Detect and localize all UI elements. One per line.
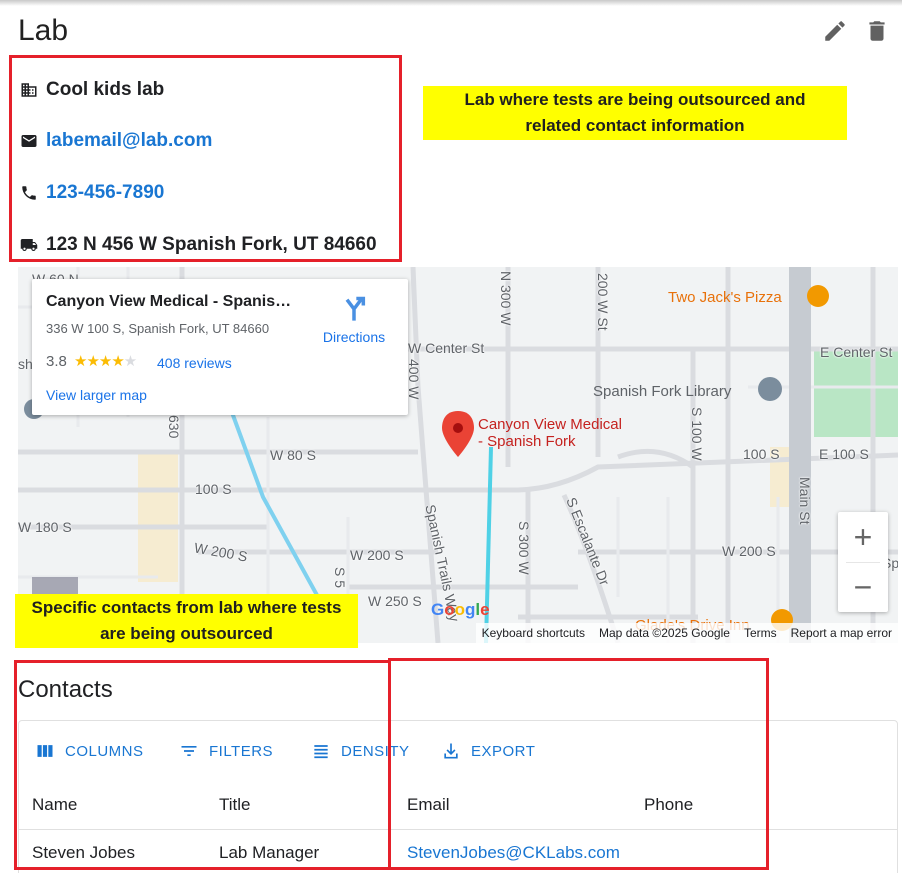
directions-button[interactable]: Directions xyxy=(314,295,394,345)
place-rating: 3.8 xyxy=(46,353,67,370)
directions-icon xyxy=(345,296,366,321)
lab-phone-row: 123-456-7890 xyxy=(20,180,164,206)
export-button[interactable]: EXPORT xyxy=(441,741,535,761)
header-divider xyxy=(19,829,897,830)
zoom-in-button[interactable]: + xyxy=(838,512,888,562)
export-label: EXPORT xyxy=(471,742,536,760)
lab-address-row: 123 N 456 W Spanish Fork, UT 84660 xyxy=(20,232,377,258)
column-header-phone[interactable]: Phone xyxy=(644,795,693,815)
lab-info-callout-line1: Lab where tests are being outsourced and xyxy=(464,90,806,109)
keyboard-shortcuts-link[interactable]: Keyboard shortcuts xyxy=(482,626,585,640)
lab-email-row: labemail@lab.com xyxy=(20,128,212,154)
email-icon xyxy=(20,132,38,150)
pin-label[interactable]: Canyon View Medical - Spanish Fork xyxy=(478,416,622,450)
delete-icon[interactable] xyxy=(864,18,890,44)
lab-email-link[interactable]: labemail@lab.com xyxy=(46,130,212,152)
street-e100s: E 100 S xyxy=(819,446,869,462)
street-s100w: S 100 W xyxy=(689,407,705,461)
column-header-name[interactable]: Name xyxy=(32,795,77,815)
street-w250s: W 250 S xyxy=(368,593,422,609)
street-n300w: N 300 W xyxy=(498,271,514,326)
page-title: Lab xyxy=(18,14,69,47)
street-w80s: W 80 S xyxy=(270,447,316,463)
contact-email-link[interactable]: StevenJobes@CKLabs.com xyxy=(407,843,620,863)
export-icon xyxy=(444,743,458,759)
truck-icon xyxy=(20,236,38,254)
directions-label: Directions xyxy=(322,329,386,345)
street-w-center: W Center St xyxy=(408,340,485,356)
google-logo: Google xyxy=(431,600,490,619)
building-icon xyxy=(20,81,38,99)
contacts-title: Contacts xyxy=(18,676,113,703)
view-larger-map-link[interactable]: View larger map xyxy=(46,387,147,403)
street-100s: 100 S xyxy=(743,446,780,462)
report-map-error-link[interactable]: Report a map error xyxy=(791,626,892,640)
stars-filled: ★★★★ xyxy=(74,353,125,370)
filter-icon xyxy=(181,746,197,756)
street-200w: 200 W St xyxy=(595,273,611,331)
place-card: Canyon View Medical - Spanis… 336 W 100 … xyxy=(32,279,408,415)
column-header-email[interactable]: Email xyxy=(407,795,450,815)
pin-label-line2: - Spanish Fork xyxy=(478,433,576,450)
edit-icon[interactable] xyxy=(822,18,848,44)
place-address: 336 W 100 S, Spanish Fork, UT 84660 xyxy=(46,321,270,336)
lab-phone-link[interactable]: 123-456-7890 xyxy=(46,182,164,204)
contacts-callout: Specific contacts from lab where tests a… xyxy=(15,594,358,648)
map-footer: Keyboard shortcuts Map data ©2025 Google… xyxy=(475,623,898,643)
zoom-out-button[interactable]: − xyxy=(838,562,888,612)
poi-two-jacks-pizza[interactable]: Two Jack's Pizza xyxy=(668,289,782,306)
contacts-callout-line2: are being outsourced xyxy=(100,624,273,643)
filters-label: FILTERS xyxy=(209,742,274,760)
columns-icon xyxy=(37,745,53,757)
map[interactable]: W 60 N N 300 W 200 W St W Center St E Ce… xyxy=(18,267,898,643)
density-label: DENSITY xyxy=(341,742,410,760)
place-reviews-link[interactable]: 408 reviews xyxy=(157,355,232,371)
contacts-callout-line1: Specific contacts from lab where tests xyxy=(31,598,342,617)
contact-name-cell: Steven Jobes xyxy=(32,843,136,862)
contact-title-cell: Lab Manager xyxy=(219,843,320,862)
lab-name-row: Cool kids lab xyxy=(20,77,164,103)
street-100s-left: 100 S xyxy=(195,481,232,497)
street-s300w: S 300 W xyxy=(516,521,532,575)
top-shadow xyxy=(0,0,902,6)
density-button[interactable]: DENSITY xyxy=(311,741,410,761)
street-w200s-b: W 200 S xyxy=(350,547,404,563)
street-e-center: E Center St xyxy=(820,344,893,360)
filters-button[interactable]: FILTERS xyxy=(179,741,273,761)
street-s5: S 5 xyxy=(332,567,348,589)
zoom-control: + − xyxy=(838,512,888,612)
star-empty: ★ xyxy=(123,353,137,370)
terms-link[interactable]: Terms xyxy=(744,626,777,640)
street-sh: sh xyxy=(18,356,33,372)
contacts-grid: COLUMNS FILTERS DENSITY EXPORT Name Titl… xyxy=(18,720,898,873)
street-630: 630 xyxy=(166,415,182,439)
map-data-attribution: Map data ©2025 Google xyxy=(599,626,730,640)
rating-stars-icon: ★★★★★ xyxy=(74,352,137,370)
lab-address: 123 N 456 W Spanish Fork, UT 84660 xyxy=(46,234,377,255)
street-w180s: W 180 S xyxy=(18,519,72,535)
lab-name: Cool kids lab xyxy=(46,79,165,100)
pin-label-line1: Canyon View Medical xyxy=(478,416,622,433)
column-header-title[interactable]: Title xyxy=(219,795,251,815)
street-400w: 400 W xyxy=(406,359,422,400)
columns-label: COLUMNS xyxy=(65,742,144,760)
place-name: Canyon View Medical - Spanis… xyxy=(46,293,292,310)
poi-spanish-fork-library[interactable]: Spanish Fork Library xyxy=(593,383,731,400)
street-w200s-c: W 200 S xyxy=(722,543,776,559)
columns-button[interactable]: COLUMNS xyxy=(35,741,144,761)
street-main: Main St xyxy=(797,477,813,525)
lab-info-callout: Lab where tests are being outsourced and… xyxy=(423,86,847,140)
lab-info-callout-line2: related contact information xyxy=(525,116,745,135)
phone-icon xyxy=(20,184,38,202)
density-icon xyxy=(314,745,328,759)
